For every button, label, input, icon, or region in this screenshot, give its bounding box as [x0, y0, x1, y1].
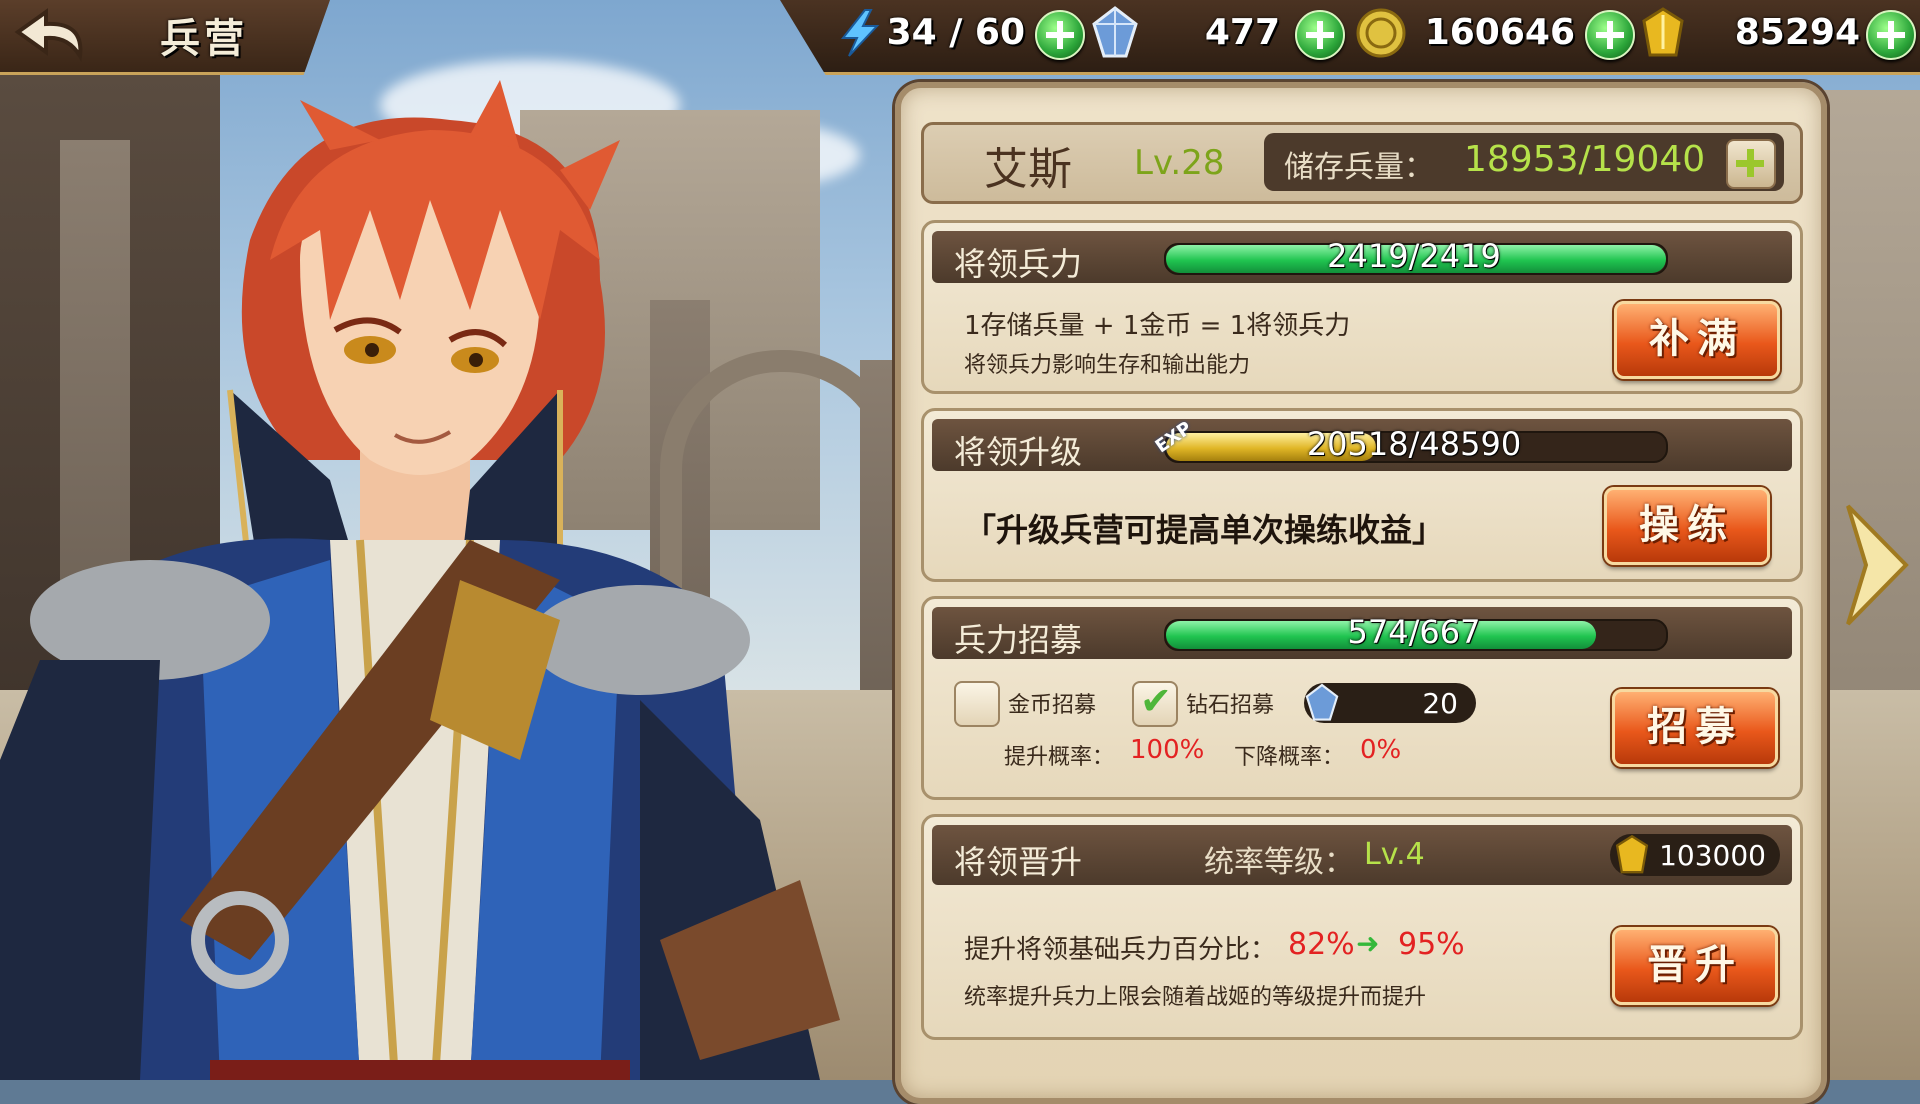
next-hero-arrow-icon[interactable] — [1842, 500, 1912, 630]
section-recruit: 兵力招募 574/667 金币招募 ✔ 钻石招募 20 提升概率： 100% 下… — [921, 596, 1803, 800]
promote-cost-pill: 103000 — [1610, 834, 1780, 876]
resource-coin: 160646 — [1355, 8, 1585, 58]
section-recruit-title: 兵力招募 — [954, 621, 1083, 659]
section-promote-header: 将领晋升 统率等级： Lv.4 103000 — [932, 825, 1792, 885]
section-upgrade-title: 将领升级 — [954, 433, 1083, 471]
add-gold-button[interactable] — [1866, 10, 1916, 60]
leadership-level: Lv.4 — [1364, 837, 1425, 872]
troops-note: 将领兵力影响生存和输出能力 — [964, 353, 1251, 378]
stored-troops-label: 储存兵量： — [1284, 150, 1434, 185]
back-arrow-icon — [14, 8, 83, 63]
top-bar: 兵营 34 / 60 477 160646 85294 — [0, 0, 1920, 76]
promote-button[interactable]: 晋升 — [1612, 927, 1778, 1005]
diamond-value: 477 — [1204, 12, 1280, 53]
promote-pct-label: 提升将领基础兵力百分比： — [964, 935, 1277, 965]
diamond-recruit-checkbox[interactable]: ✔ — [1132, 679, 1178, 727]
lightning-icon — [840, 9, 880, 57]
promote-cost-value: 103000 — [1659, 839, 1766, 872]
promote-pct-to: 95% — [1398, 927, 1465, 962]
diamond-icon — [1305, 683, 1339, 721]
gold-recruit-label: 金币招募 — [1008, 693, 1097, 718]
section-upgrade: 将领升级 EXP 20518/48590 「升级兵营可提高单次操练收益」 操练 — [921, 408, 1803, 582]
gold-recruit-checkbox[interactable] — [954, 681, 1000, 727]
resource-diamond: 477 — [1090, 6, 1290, 58]
promote-note: 统率提升兵力上限会随着战姬的等级提升而提升 — [964, 985, 1427, 1010]
upgrade-hint: 「升级兵营可提高单次操练收益」 — [964, 511, 1445, 549]
section-upgrade-header: 将领升级 EXP 20518/48590 — [932, 418, 1792, 471]
troops-formula: 1存储兵量 + 1金币 = 1将领兵力 — [964, 311, 1351, 341]
section-promote-title: 将领晋升 — [954, 843, 1083, 881]
hero-name: 艾斯 — [984, 144, 1072, 195]
diamond-cost-value: 20 — [1422, 687, 1458, 720]
diamond-recruit-label: 钻石招募 — [1186, 693, 1275, 718]
stored-troops-value: 18953/19040 — [1464, 139, 1706, 180]
section-troops-header: 将领兵力 2419/2419 — [932, 231, 1792, 283]
add-diamond-button[interactable] — [1295, 10, 1345, 60]
recruit-progress-text: 574/667 — [1347, 613, 1481, 651]
stored-troops-box: 储存兵量： 18953/19040 — [1264, 133, 1784, 191]
gold-value: 85294 — [1734, 12, 1860, 53]
train-button[interactable]: 操练 — [1604, 487, 1770, 565]
energy-value: 34 / 60 — [886, 12, 1025, 53]
add-stored-troops-button[interactable] — [1726, 139, 1776, 189]
coin-icon — [1356, 8, 1406, 58]
section-promote: 将领晋升 统率等级： Lv.4 103000 提升将领基础兵力百分比： 82% … — [921, 814, 1803, 1040]
coin-value: 160646 — [1424, 12, 1575, 53]
page-title: 兵营 — [160, 16, 248, 62]
checkmark-icon: ✔ — [1140, 679, 1172, 723]
section-troops: 将领兵力 2419/2419 1存储兵量 + 1金币 = 1将领兵力 将领兵力影… — [921, 220, 1803, 394]
barracks-panel: 艾斯 Lv.28 储存兵量： 18953/19040 将领兵力 2419/241… — [895, 82, 1827, 1104]
back-button[interactable] — [10, 4, 100, 66]
gold-ingot-icon — [1615, 834, 1649, 874]
hero-header: 艾斯 Lv.28 储存兵量： 18953/19040 — [921, 122, 1803, 204]
leadership-label: 统率等级： — [1204, 845, 1354, 880]
down-rate-label: 下降概率： — [1234, 745, 1345, 770]
refill-button[interactable]: 补满 — [1614, 301, 1780, 379]
resource-gold: 85294 — [1640, 7, 1870, 58]
down-rate-value: 0% — [1360, 735, 1402, 765]
hero-level: Lv.28 — [1134, 143, 1225, 183]
recruit-button[interactable]: 招募 — [1612, 689, 1778, 767]
up-rate-label: 提升概率： — [1004, 745, 1115, 770]
gold-ingot-icon — [1642, 7, 1684, 57]
promote-pct-from: 82% — [1288, 927, 1355, 962]
diamond-cost-pill: 20 — [1304, 683, 1476, 723]
ruin-wall-right — [1820, 90, 1920, 790]
section-troops-title: 将领兵力 — [954, 245, 1083, 283]
add-coin-button[interactable] — [1585, 10, 1635, 60]
diamond-icon — [1092, 6, 1138, 58]
section-recruit-header: 兵力招募 574/667 — [932, 607, 1792, 659]
arrow-right-icon: ➜ — [1356, 927, 1380, 960]
troops-progress-text: 2419/2419 — [1327, 237, 1501, 275]
add-energy-button[interactable] — [1035, 10, 1085, 60]
up-rate-value: 100% — [1130, 735, 1205, 765]
hero-portrait — [0, 80, 840, 1080]
exp-progress-text: 20518/48590 — [1306, 425, 1522, 463]
